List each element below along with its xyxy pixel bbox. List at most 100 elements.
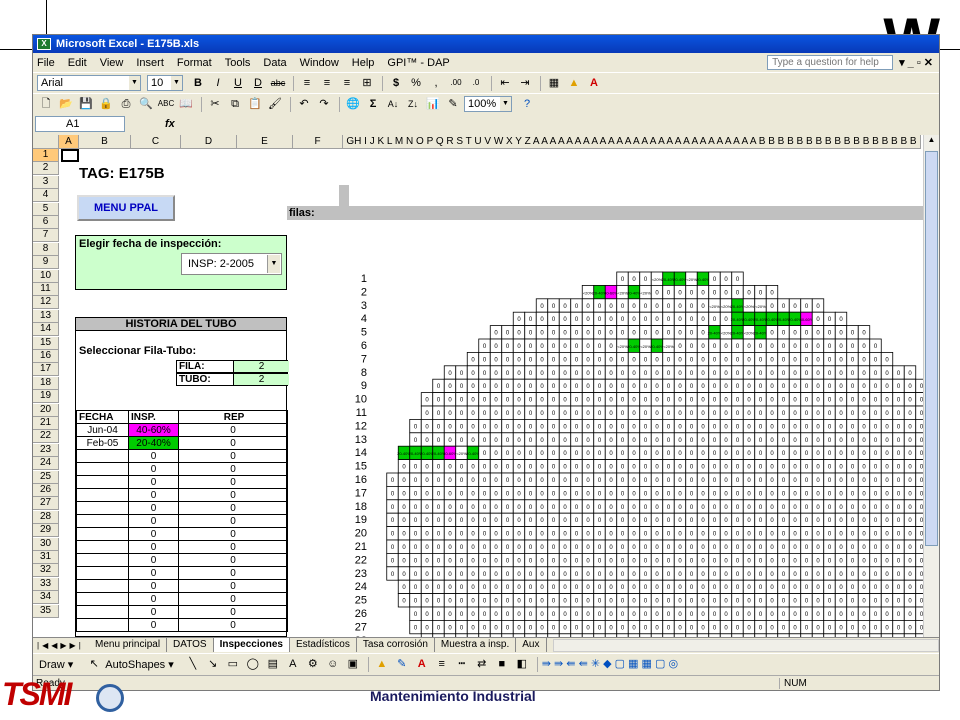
zoom-select[interactable]: 100% ▼ (464, 96, 512, 112)
line-style-icon[interactable]: ≡ (433, 656, 451, 672)
permission-icon[interactable]: 🔒 (97, 96, 115, 112)
menu-item-7[interactable]: Window (300, 57, 339, 69)
currency-button[interactable]: $ (387, 75, 405, 91)
line-color-icon[interactable]: ✎ (393, 656, 411, 672)
borders-icon[interactable]: ▦ (545, 75, 563, 91)
merge-center-icon[interactable]: ⊞ (358, 75, 376, 91)
double-underline-button[interactable]: D (249, 75, 267, 91)
arrow-style-icon[interactable]: ⇄ (473, 656, 491, 672)
arrow-icon[interactable]: ↘ (204, 656, 222, 672)
dash-style-icon[interactable]: ┅ (453, 656, 471, 672)
menu-item-8[interactable]: Help (352, 57, 375, 69)
copy-icon[interactable]: ⧉ (226, 96, 244, 112)
scroll-thumb[interactable] (925, 151, 938, 546)
picture-icon[interactable]: ▣ (344, 656, 362, 672)
sort-descending-icon[interactable]: Z↓ (404, 96, 422, 112)
sort-ascending-icon[interactable]: A↓ (384, 96, 402, 112)
tube-sheet-map[interactable]: 1 0 0 0 <20% 20-40%20-40% <20% 20-40% 0 0 02 <20% 20… (33, 135, 923, 637)
percent-button[interactable]: % (407, 75, 425, 91)
name-box[interactable]: A1 (35, 115, 125, 132)
help-search-input[interactable]: Type a question for help (767, 55, 894, 70)
fill-color-icon[interactable]: ▲ (565, 75, 583, 91)
clipart-icon[interactable]: ☺ (324, 656, 342, 672)
help-icon[interactable]: ? (518, 96, 536, 112)
research-icon[interactable]: 📖 (177, 96, 195, 112)
underline-button[interactable]: U (229, 75, 247, 91)
comma-button[interactable]: , (427, 75, 445, 91)
menu-item-9[interactable]: GPI™ - DAP (387, 57, 449, 69)
sheet-tab[interactable]: Inspecciones (213, 638, 290, 652)
font-name-select[interactable]: Arial ▼ (37, 75, 141, 91)
window-controls[interactable]: ▾ _ ▫ ✕ (899, 56, 933, 69)
chart-wizard-icon[interactable]: 📊 (424, 96, 442, 112)
tab-nav-arrows[interactable]: |◀◀▶▶| (33, 641, 89, 650)
tube-cell-value: 20-40% (673, 277, 687, 282)
function-icon[interactable]: fx (165, 118, 175, 130)
font-size-select[interactable]: 10 ▼ (147, 75, 183, 91)
rectangle-icon[interactable]: ▭ (224, 656, 242, 672)
italic-button[interactable]: I (209, 75, 227, 91)
horizontal-scrollbar[interactable] (552, 638, 939, 652)
decrease-indent-icon[interactable]: ⇤ (496, 75, 514, 91)
menu-item-4[interactable]: Format (177, 57, 212, 69)
scroll-up-icon[interactable]: ▲ (924, 135, 939, 149)
sheet-tab[interactable]: Muestra a insp. (435, 638, 517, 652)
tube-row-label: 17 (355, 487, 367, 499)
save-icon[interactable]: 💾 (77, 96, 95, 112)
increase-indent-icon[interactable]: ⇥ (516, 75, 534, 91)
addin-toolbar-icons[interactable]: ⇛ ⇛ ⇚ ⇚ ✳ ◆ ▢ ▦ ▦ ▢ ◎ (542, 656, 782, 672)
print-preview-icon[interactable]: 🔍 (137, 96, 155, 112)
tube-cell-value: <20% (744, 304, 755, 309)
format-painter-icon[interactable]: 🖌 (266, 96, 284, 112)
font-color-icon[interactable]: A (585, 75, 603, 91)
tube-row-label: 23 (355, 568, 367, 580)
menu-item-5[interactable]: Tools (225, 57, 251, 69)
decrease-decimal-button[interactable]: .0 (467, 75, 485, 91)
oval-icon[interactable]: ◯ (244, 656, 262, 672)
menu-item-1[interactable]: Edit (68, 57, 87, 69)
shadow-icon[interactable]: ■ (493, 656, 511, 672)
bold-button[interactable]: B (189, 75, 207, 91)
sheet-tab[interactable]: Estadísticos (290, 638, 357, 652)
undo-icon[interactable]: ↶ (295, 96, 313, 112)
menu-item-0[interactable]: File (37, 57, 55, 69)
select-objects-icon[interactable]: ↖ (85, 656, 103, 672)
sheet-tab[interactable]: Tasa corrosión (357, 638, 435, 652)
open-icon[interactable]: 📂 (57, 96, 75, 112)
vertical-scrollbar[interactable]: ▲ (923, 135, 939, 637)
chevron-down-icon[interactable]: ▼ (500, 97, 511, 111)
align-right-icon[interactable]: ≡ (338, 75, 356, 91)
toolbar-separator (540, 75, 541, 91)
paste-icon[interactable]: 📋 (246, 96, 264, 112)
strikethrough-button[interactable]: abc (269, 75, 287, 91)
cut-icon[interactable]: ✂ (206, 96, 224, 112)
sheet-tab[interactable]: Aux (516, 638, 547, 652)
textbox-icon[interactable]: ▤ (264, 656, 282, 672)
wordart-icon[interactable]: A (284, 656, 302, 672)
autoshapes-menu[interactable]: AutoShapes ▾ (105, 658, 174, 671)
chevron-down-icon[interactable]: ▼ (171, 76, 182, 90)
new-icon[interactable]: 🗋 (37, 96, 55, 112)
align-left-icon[interactable]: ≡ (298, 75, 316, 91)
sheet-tab[interactable]: DATOS (167, 638, 214, 652)
fill-color-icon[interactable]: ▲ (373, 656, 391, 672)
line-icon[interactable]: ╲ (184, 656, 202, 672)
3d-icon[interactable]: ◧ (513, 656, 531, 672)
redo-icon[interactable]: ↷ (315, 96, 333, 112)
menu-item-3[interactable]: Insert (136, 57, 164, 69)
sheet-tab[interactable]: Menu principal (89, 638, 168, 652)
drawing-icon[interactable]: ✎ (444, 96, 462, 112)
menu-item-6[interactable]: Data (263, 57, 286, 69)
spelling-icon[interactable]: ABC (157, 96, 175, 112)
autosum-icon[interactable]: Σ (364, 96, 382, 112)
font-color-icon[interactable]: A (413, 656, 431, 672)
increase-decimal-button[interactable]: .00 (447, 75, 465, 91)
print-icon[interactable]: ⎙ (117, 96, 135, 112)
diagram-icon[interactable]: ⚙ (304, 656, 322, 672)
chevron-down-icon[interactable]: ▼ (129, 76, 140, 90)
hyperlink-icon[interactable]: 🌐 (344, 96, 362, 112)
menu-item-2[interactable]: View (100, 57, 124, 69)
draw-menu[interactable]: Draw ▾ (39, 658, 73, 671)
spreadsheet-grid[interactable]: A B C D E F GH I J K L M N O P Q R S T U V W X… (33, 135, 939, 637)
align-center-icon[interactable]: ≡ (318, 75, 336, 91)
